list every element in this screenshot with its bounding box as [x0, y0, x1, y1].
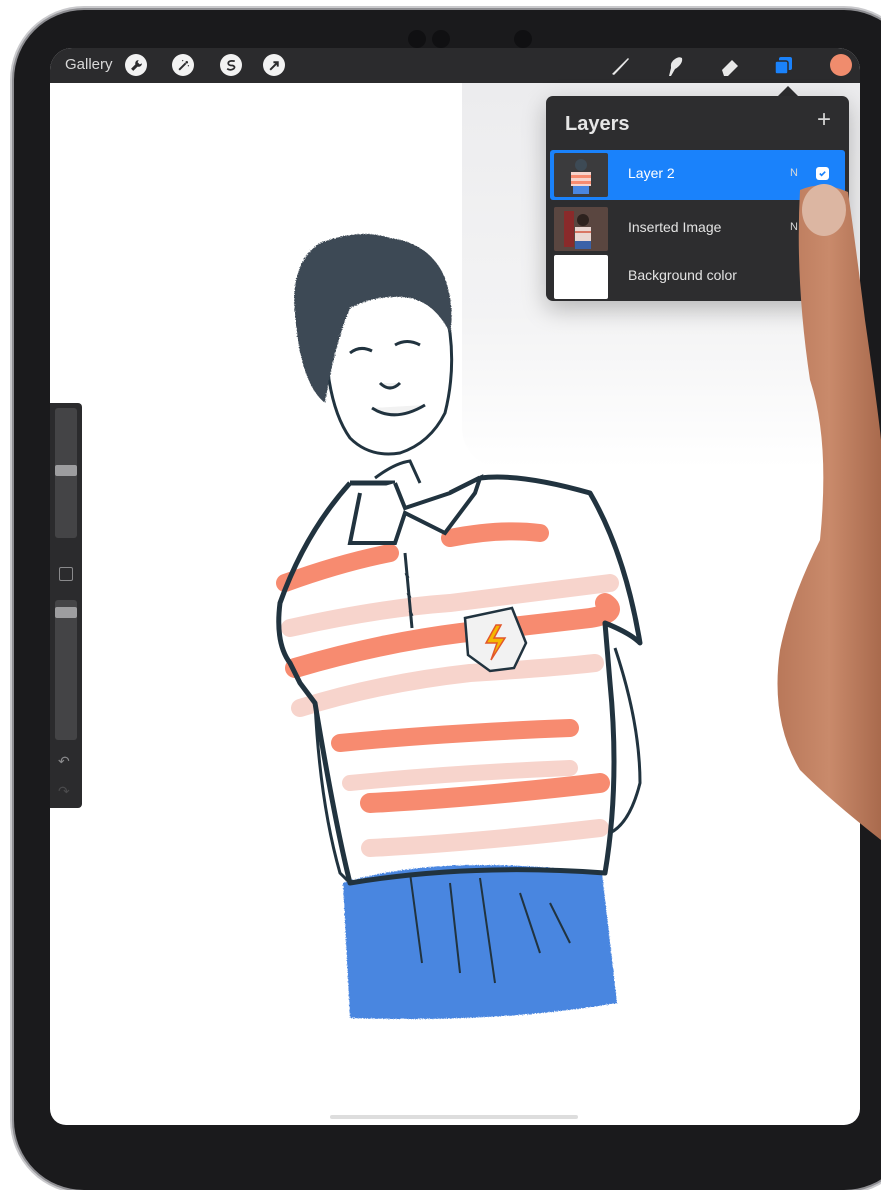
undo-icon[interactable]: ↶ [58, 753, 70, 770]
redo-icon[interactable]: ↷ [58, 783, 70, 800]
opacity-slider-thumb[interactable] [55, 607, 77, 618]
brush-icon[interactable] [608, 54, 632, 78]
modify-button[interactable] [59, 567, 73, 581]
magic-wand-icon[interactable] [172, 54, 194, 76]
background-color-swatch[interactable] [554, 255, 608, 299]
layer-name: Background color [628, 267, 737, 283]
blend-mode-label[interactable]: N [790, 167, 798, 179]
pants-fill [343, 865, 617, 1019]
layer-name: Inserted Image [628, 219, 722, 235]
selection-icon[interactable] [220, 54, 242, 76]
app-screen: Gallery Layers + Layer 2 N Inserted Imag… [50, 48, 860, 1125]
color-picker-button[interactable] [830, 54, 852, 76]
shirt-buttons [403, 552, 414, 629]
neck-outline [374, 459, 422, 484]
layer-name: Layer 2 [628, 165, 675, 181]
camera-lens [432, 30, 450, 48]
layer-thumbnail [554, 153, 608, 197]
camera-lens [514, 30, 532, 48]
camera-lens [408, 30, 426, 48]
eraser-icon[interactable] [718, 54, 742, 78]
visibility-checkbox[interactable] [816, 167, 829, 180]
layer-thumbnail [554, 207, 608, 251]
layers-icon[interactable] [772, 54, 796, 78]
transform-arrow-icon[interactable] [263, 54, 285, 76]
finger-hand [777, 184, 881, 840]
wrench-icon[interactable] [125, 54, 147, 76]
add-layer-button[interactable]: + [817, 108, 831, 132]
layers-title: Layers [565, 113, 630, 135]
left-sidebar: ↶ ↷ [50, 403, 82, 808]
gallery-button[interactable]: Gallery [65, 56, 113, 73]
home-indicator [330, 1115, 578, 1119]
layers-panel-caret [778, 86, 798, 96]
opacity-slider[interactable] [55, 600, 77, 740]
smudge-icon[interactable] [663, 54, 687, 78]
top-toolbar: Gallery [50, 48, 860, 83]
camera-band [406, 28, 534, 50]
brush-size-slider-thumb[interactable] [55, 465, 77, 476]
